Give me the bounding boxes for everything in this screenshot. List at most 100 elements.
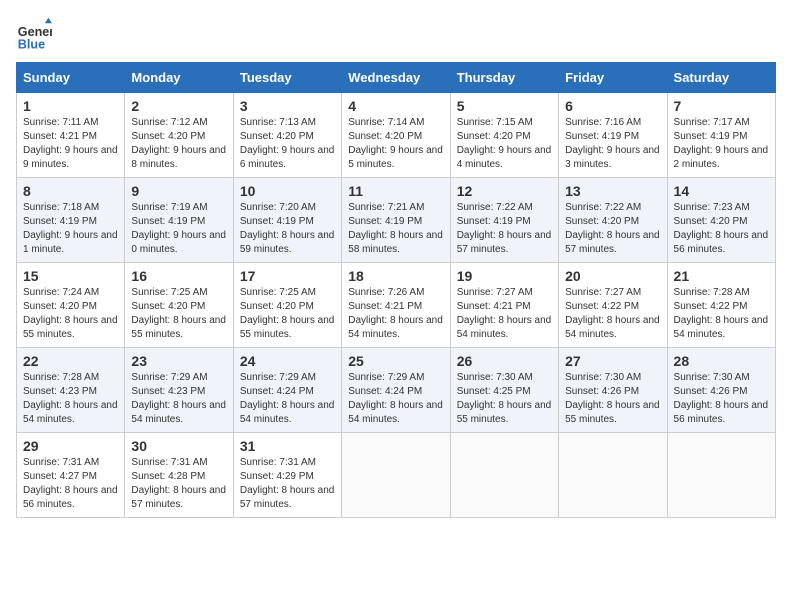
day-cell-26: 26 Sunrise: 7:30 AMSunset: 4:25 PMDayligh… — [450, 348, 558, 433]
week-row-3: 15 Sunrise: 7:24 AMSunset: 4:20 PMDayligh… — [17, 263, 776, 348]
day-info: Sunrise: 7:29 AMSunset: 4:23 PMDaylight:… — [131, 371, 226, 427]
empty-cell — [559, 433, 667, 518]
day-info: Sunrise: 7:13 AMSunset: 4:20 PMDaylight:… — [240, 116, 335, 172]
day-info: Sunrise: 7:30 AMSunset: 4:25 PMDaylight:… — [457, 371, 552, 427]
day-number: 4 — [348, 98, 443, 114]
day-cell-8: 8 Sunrise: 7:18 AMSunset: 4:19 PMDaylight… — [17, 178, 125, 263]
empty-cell — [667, 433, 775, 518]
day-info: Sunrise: 7:22 AMSunset: 4:20 PMDaylight:… — [565, 201, 660, 257]
day-info: Sunrise: 7:29 AMSunset: 4:24 PMDaylight:… — [348, 371, 443, 427]
day-info: Sunrise: 7:27 AMSunset: 4:21 PMDaylight:… — [457, 286, 552, 342]
day-info: Sunrise: 7:29 AMSunset: 4:24 PMDaylight:… — [240, 371, 335, 427]
day-info: Sunrise: 7:22 AMSunset: 4:19 PMDaylight:… — [457, 201, 552, 257]
day-info: Sunrise: 7:11 AMSunset: 4:21 PMDaylight:… — [23, 116, 118, 172]
day-number: 15 — [23, 268, 118, 284]
day-cell-7: 7Sunrise: 7:17 AMSunset: 4:19 PMDaylight… — [667, 93, 775, 178]
day-number: 24 — [240, 353, 335, 369]
day-number: 11 — [348, 183, 443, 199]
header-row: SundayMondayTuesdayWednesdayThursdayFrid… — [17, 63, 776, 93]
day-info: Sunrise: 7:31 AMSunset: 4:29 PMDaylight:… — [240, 456, 335, 512]
day-number: 20 — [565, 268, 660, 284]
day-number: 25 — [348, 353, 443, 369]
svg-text:Blue: Blue — [18, 37, 45, 51]
day-cell-1: 1 Sunrise: 7:11 AMSunset: 4:21 PMDaylight… — [17, 93, 125, 178]
empty-cell — [450, 433, 558, 518]
day-number: 29 — [23, 438, 118, 454]
day-number: 12 — [457, 183, 552, 199]
day-cell-31: 31 Sunrise: 7:31 AMSunset: 4:29 PMDayligh… — [233, 433, 341, 518]
day-number: 23 — [131, 353, 226, 369]
weekday-header-sunday: Sunday — [17, 63, 125, 93]
day-info: Sunrise: 7:31 AMSunset: 4:28 PMDaylight:… — [131, 456, 226, 512]
day-number: 1 — [23, 98, 118, 114]
week-row-5: 29Sunrise: 7:31 AMSunset: 4:27 PMDayligh… — [17, 433, 776, 518]
weekday-header-monday: Monday — [125, 63, 233, 93]
day-number: 2 — [131, 98, 226, 114]
logo-icon: General Blue — [16, 16, 52, 52]
day-number: 30 — [131, 438, 226, 454]
day-cell-2: 2 Sunrise: 7:12 AMSunset: 4:20 PMDaylight… — [125, 93, 233, 178]
day-cell-17: 17Sunrise: 7:25 AMSunset: 4:20 PMDayligh… — [233, 263, 341, 348]
day-number: 8 — [23, 183, 118, 199]
day-number: 22 — [23, 353, 118, 369]
day-cell-3: 3 Sunrise: 7:13 AMSunset: 4:20 PMDaylight… — [233, 93, 341, 178]
day-cell-22: 22 Sunrise: 7:28 AMSunset: 4:23 PMDayligh… — [17, 348, 125, 433]
day-info: Sunrise: 7:17 AMSunset: 4:19 PMDaylight:… — [674, 116, 769, 172]
day-cell-11: 11 Sunrise: 7:21 AMSunset: 4:19 PMDayligh… — [342, 178, 450, 263]
weekday-header-tuesday: Tuesday — [233, 63, 341, 93]
day-number: 9 — [131, 183, 226, 199]
day-info: Sunrise: 7:30 AMSunset: 4:26 PMDaylight:… — [565, 371, 660, 427]
day-info: Sunrise: 7:27 AMSunset: 4:22 PMDaylight:… — [565, 286, 660, 342]
day-cell-10: 10 Sunrise: 7:20 AMSunset: 4:19 PMDayligh… — [233, 178, 341, 263]
day-number: 3 — [240, 98, 335, 114]
weekday-header-friday: Friday — [559, 63, 667, 93]
logo: General Blue — [16, 16, 52, 52]
day-number: 28 — [674, 353, 769, 369]
day-info: Sunrise: 7:23 AMSunset: 4:20 PMDaylight:… — [674, 201, 769, 257]
day-number: 31 — [240, 438, 335, 454]
day-cell-25: 25 Sunrise: 7:29 AMSunset: 4:24 PMDayligh… — [342, 348, 450, 433]
page-header: General Blue — [16, 16, 776, 52]
day-info: Sunrise: 7:24 AMSunset: 4:20 PMDaylight:… — [23, 286, 118, 342]
empty-cell — [342, 433, 450, 518]
day-cell-27: 27 Sunrise: 7:30 AMSunset: 4:26 PMDayligh… — [559, 348, 667, 433]
week-row-1: 1 Sunrise: 7:11 AMSunset: 4:21 PMDaylight… — [17, 93, 776, 178]
day-cell-24: 24 Sunrise: 7:29 AMSunset: 4:24 PMDayligh… — [233, 348, 341, 433]
day-number: 18 — [348, 268, 443, 284]
day-cell-18: 18 Sunrise: 7:26 AMSunset: 4:21 PMDayligh… — [342, 263, 450, 348]
day-number: 14 — [674, 183, 769, 199]
day-number: 6 — [565, 98, 660, 114]
day-number: 16 — [131, 268, 226, 284]
day-info: Sunrise: 7:12 AMSunset: 4:20 PMDaylight:… — [131, 116, 226, 172]
day-cell-5: 5 Sunrise: 7:15 AMSunset: 4:20 PMDaylight… — [450, 93, 558, 178]
day-info: Sunrise: 7:26 AMSunset: 4:21 PMDaylight:… — [348, 286, 443, 342]
day-cell-16: 16 Sunrise: 7:25 AMSunset: 4:20 PMDayligh… — [125, 263, 233, 348]
weekday-header-wednesday: Wednesday — [342, 63, 450, 93]
day-info: Sunrise: 7:25 AMSunset: 4:20 PMDaylight:… — [131, 286, 226, 342]
day-info: Sunrise: 7:20 AMSunset: 4:19 PMDaylight:… — [240, 201, 335, 257]
day-number: 5 — [457, 98, 552, 114]
day-number: 21 — [674, 268, 769, 284]
day-info: Sunrise: 7:28 AMSunset: 4:23 PMDaylight:… — [23, 371, 118, 427]
day-info: Sunrise: 7:21 AMSunset: 4:19 PMDaylight:… — [348, 201, 443, 257]
day-info: Sunrise: 7:15 AMSunset: 4:20 PMDaylight:… — [457, 116, 552, 172]
day-cell-21: 21Sunrise: 7:28 AMSunset: 4:22 PMDayligh… — [667, 263, 775, 348]
day-cell-6: 6 Sunrise: 7:16 AMSunset: 4:19 PMDaylight… — [559, 93, 667, 178]
day-cell-12: 12 Sunrise: 7:22 AMSunset: 4:19 PMDayligh… — [450, 178, 558, 263]
day-info: Sunrise: 7:16 AMSunset: 4:19 PMDaylight:… — [565, 116, 660, 172]
day-cell-29: 29Sunrise: 7:31 AMSunset: 4:27 PMDayligh… — [17, 433, 125, 518]
day-number: 13 — [565, 183, 660, 199]
day-cell-19: 19 Sunrise: 7:27 AMSunset: 4:21 PMDayligh… — [450, 263, 558, 348]
day-number: 17 — [240, 268, 335, 284]
day-number: 19 — [457, 268, 552, 284]
week-row-2: 8 Sunrise: 7:18 AMSunset: 4:19 PMDaylight… — [17, 178, 776, 263]
calendar-table: SundayMondayTuesdayWednesdayThursdayFrid… — [16, 62, 776, 518]
week-row-4: 22 Sunrise: 7:28 AMSunset: 4:23 PMDayligh… — [17, 348, 776, 433]
day-number: 10 — [240, 183, 335, 199]
day-info: Sunrise: 7:18 AMSunset: 4:19 PMDaylight:… — [23, 201, 118, 257]
day-number: 27 — [565, 353, 660, 369]
day-cell-13: 13 Sunrise: 7:22 AMSunset: 4:20 PMDayligh… — [559, 178, 667, 263]
weekday-header-thursday: Thursday — [450, 63, 558, 93]
day-cell-14: 14 Sunrise: 7:23 AMSunset: 4:20 PMDayligh… — [667, 178, 775, 263]
day-number: 26 — [457, 353, 552, 369]
